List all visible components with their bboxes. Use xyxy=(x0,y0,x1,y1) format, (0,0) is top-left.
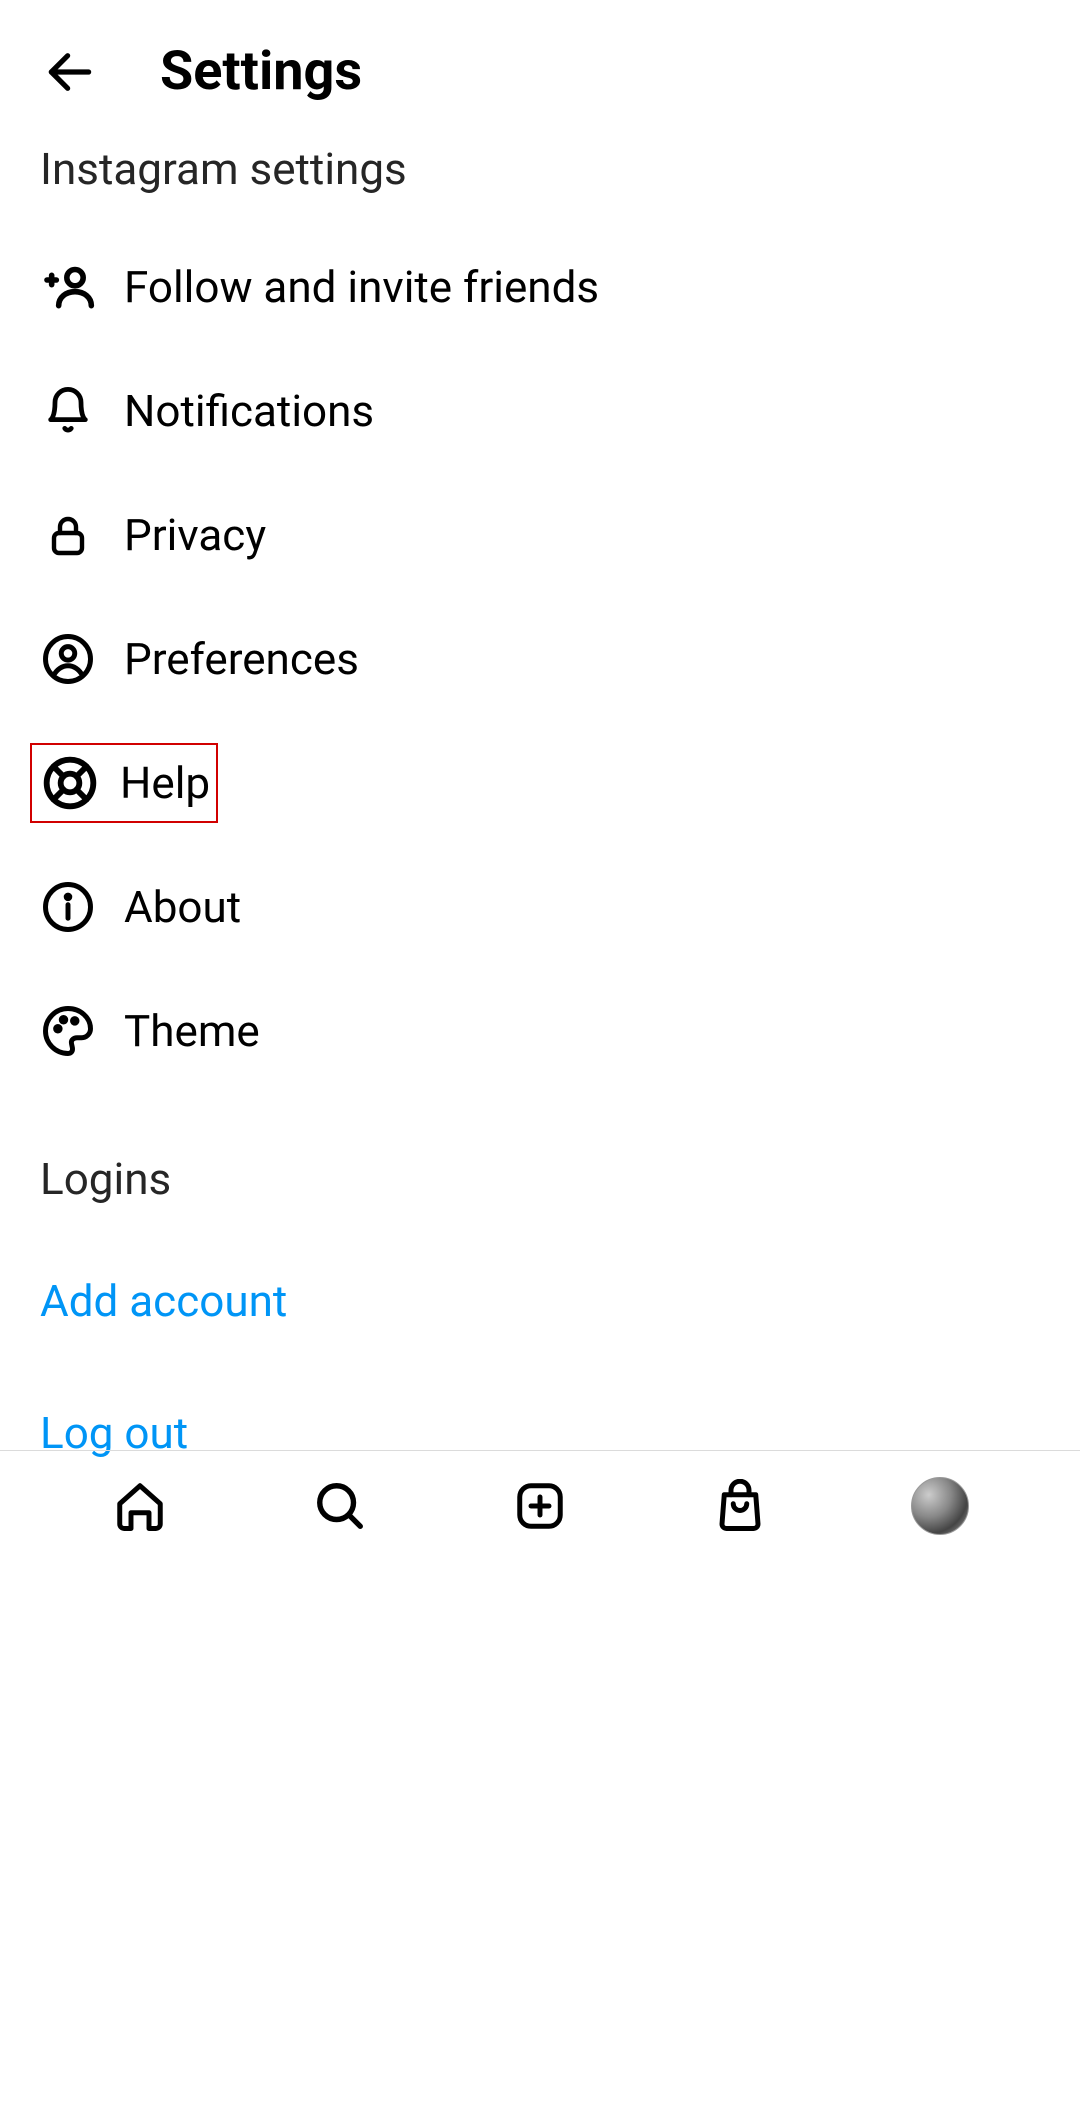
user-circle-icon xyxy=(40,631,96,687)
menu-label: Privacy xyxy=(124,509,266,561)
info-icon xyxy=(40,879,96,935)
menu-item-theme[interactable]: Theme xyxy=(0,969,1080,1093)
arrow-left-icon xyxy=(42,44,98,100)
settings-menu: Follow and invite friends Notifications … xyxy=(0,225,1080,1093)
home-icon xyxy=(113,1479,167,1533)
menu-label: Preferences xyxy=(124,633,359,685)
menu-label: Theme xyxy=(124,1005,260,1057)
menu-item-preferences[interactable]: Preferences xyxy=(0,597,1080,721)
section-subtitle: Instagram settings xyxy=(0,133,1080,225)
nav-create[interactable] xyxy=(511,1477,569,1535)
shopping-bag-icon xyxy=(713,1479,767,1533)
lock-icon xyxy=(40,507,96,563)
avatar-icon xyxy=(911,1477,969,1535)
menu-item-privacy[interactable]: Privacy xyxy=(0,473,1080,597)
bell-icon xyxy=(40,383,96,439)
menu-label: Notifications xyxy=(124,385,374,437)
menu-item-help[interactable]: Help xyxy=(30,743,218,823)
plus-square-icon xyxy=(513,1479,567,1533)
palette-icon xyxy=(40,1003,96,1059)
nav-shop[interactable] xyxy=(711,1477,769,1535)
nav-search[interactable] xyxy=(311,1477,369,1535)
menu-label: Help xyxy=(120,757,210,809)
nav-profile[interactable] xyxy=(911,1477,969,1535)
page-title: Settings xyxy=(160,40,362,103)
back-button[interactable] xyxy=(40,42,100,102)
add-account-link[interactable]: Add account xyxy=(0,1235,1080,1367)
menu-label: Follow and invite friends xyxy=(124,261,599,313)
menu-label: About xyxy=(124,881,241,933)
menu-item-notifications[interactable]: Notifications xyxy=(0,349,1080,473)
nav-home[interactable] xyxy=(111,1477,169,1535)
logins-heading: Logins xyxy=(0,1093,1080,1235)
bottom-nav xyxy=(0,1450,1080,1560)
menu-item-follow-invite[interactable]: Follow and invite friends xyxy=(0,225,1080,349)
menu-item-about[interactable]: About xyxy=(0,845,1080,969)
lifebuoy-icon xyxy=(42,755,98,811)
search-icon xyxy=(313,1479,367,1533)
header: Settings xyxy=(0,0,1080,133)
person-add-icon xyxy=(40,259,96,315)
